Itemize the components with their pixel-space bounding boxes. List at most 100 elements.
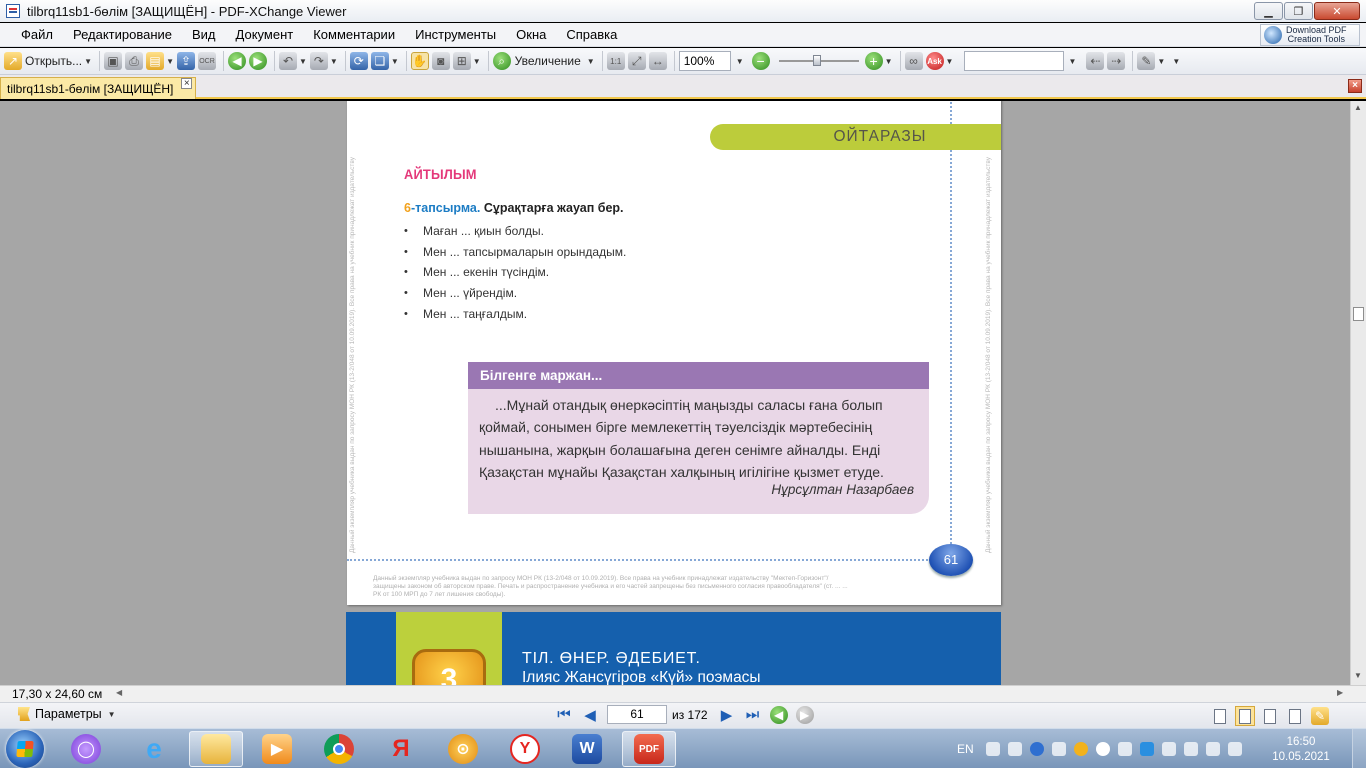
speaker-icon[interactable] (1205, 742, 1220, 756)
minimize-button[interactable]: ▁ (1254, 2, 1283, 20)
taskbar-ie[interactable]: e (127, 731, 181, 767)
find-button[interactable]: ∞ (904, 50, 923, 72)
last-page-button[interactable]: ⏭ (744, 706, 762, 724)
close-button[interactable]: ✕ (1314, 2, 1360, 20)
menu-help[interactable]: Справка (557, 27, 626, 42)
download-pdf-tools-button[interactable]: Download PDF Creation Tools (1260, 24, 1360, 46)
tray-yandex-icon[interactable] (1095, 742, 1110, 756)
vertical-scrollbar[interactable]: ▲ ▼ (1350, 101, 1366, 685)
horizontal-scrollbar[interactable]: 17,30 x 24,60 см ◀ ▶ (0, 685, 1366, 702)
menu-windows[interactable]: Окна (507, 27, 555, 42)
tray-arrow-icon[interactable] (1051, 742, 1066, 756)
menu-tools[interactable]: Инструменты (406, 27, 505, 42)
show-desktop-button[interactable] (1352, 729, 1366, 768)
menu-comments[interactable]: Комментарии (304, 27, 404, 42)
open-button[interactable]: ↗ Открыть... ▼ (4, 50, 92, 72)
document-tab[interactable]: tilbrq11sb1-бөлім [ЗАЩИЩЁН] × (0, 77, 197, 99)
taskbar-word[interactable]: W (560, 731, 614, 767)
rotate-button[interactable]: ⟳ (349, 50, 368, 72)
first-page-button[interactable]: ⏮ (555, 706, 573, 724)
taskbar-pdf-viewer[interactable]: PDF (622, 731, 676, 767)
menu-document[interactable]: Документ (227, 27, 303, 42)
zoom-slider[interactable] (778, 55, 859, 66)
actual-size-button[interactable]: 1:1 (606, 50, 625, 72)
menu-file[interactable]: Файл (12, 27, 62, 42)
tray-skype-icon[interactable] (1139, 742, 1154, 756)
forward-button[interactable]: ▶ (248, 50, 267, 72)
help-icon[interactable] (1029, 742, 1044, 756)
document-view[interactable]: Данный экземпляр учебника выдан по запро… (0, 101, 1350, 685)
search-next-button[interactable]: ⇢ (1107, 50, 1126, 72)
taskbar-yandex-browser[interactable]: Y (498, 731, 552, 767)
hand-tool-button[interactable]: ✋ (410, 50, 429, 72)
tray-app-icon[interactable] (1073, 742, 1088, 756)
facing-view-button[interactable] (1260, 706, 1280, 726)
zoom-slider-knob[interactable] (812, 55, 821, 66)
current-page-input[interactable]: 61 (607, 705, 667, 724)
tray-keyboard-icon[interactable] (1007, 742, 1022, 756)
search-input[interactable] (964, 51, 1065, 71)
highlight-tool-button[interactable]: ✎ ▼ (1137, 50, 1165, 72)
export-button[interactable]: ⇪ (176, 50, 195, 72)
taskbar-alice[interactable]: ◯ (59, 731, 113, 767)
tab-close-icon[interactable]: × (181, 78, 193, 89)
taskbar-yandex[interactable]: Я (374, 731, 428, 767)
tray-device-icon[interactable] (1183, 742, 1198, 756)
back-button[interactable]: ◀ (227, 50, 246, 72)
zoom-in-button[interactable]: + ▼ (864, 50, 893, 72)
restore-button[interactable]: ❐ (1284, 2, 1313, 20)
ask-search-button[interactable]: Ask ▼ (925, 50, 953, 72)
taskbar-chrome[interactable] (312, 731, 366, 767)
fit-page-button[interactable]: ⤢ (627, 50, 646, 72)
single-page-view-button[interactable] (1210, 706, 1230, 726)
scroll-right-icon[interactable]: ▶ (1337, 688, 1343, 697)
scrollbar-thumb[interactable] (1353, 307, 1364, 321)
zoom-out-button[interactable]: − (751, 50, 770, 72)
select-text-button[interactable]: ⊞ ▼ (452, 50, 481, 72)
save-button[interactable]: ▣ (104, 50, 123, 72)
continuous-facing-view-button[interactable] (1285, 706, 1305, 726)
next-page-button[interactable]: ▶ (718, 706, 736, 724)
redo-button[interactable]: ↷ ▼ (309, 50, 338, 72)
scroll-left-icon[interactable]: ◀ (116, 688, 122, 697)
signal-icon[interactable] (1227, 742, 1242, 756)
prev-page-button[interactable]: ◀ (581, 706, 599, 724)
print-button[interactable]: ⎙ (125, 50, 144, 72)
continuous-page-icon (1239, 708, 1251, 724)
toolbar-overflow-chevron-icon[interactable]: ▼ (1172, 57, 1180, 66)
window-controls: ▁ ❐ ✕ (1253, 2, 1360, 20)
tray-pdf-icon[interactable] (985, 742, 1000, 756)
extra-tool-button[interactable]: ✎ (1310, 706, 1330, 726)
parameters-label: Параметры (35, 707, 102, 721)
nav-back-button[interactable]: ◀ (769, 705, 788, 724)
redo-icon: ↷ (309, 52, 328, 70)
close-document-button[interactable]: × (1348, 79, 1362, 93)
zoom-tool-button[interactable]: ⌕ Увеличение ▼ (492, 50, 595, 72)
attach-button[interactable]: ▤ ▼ (146, 50, 174, 72)
page-layout-button[interactable]: ❏ ▼ (370, 50, 399, 72)
undo-button[interactable]: ↶ ▼ (278, 50, 307, 72)
fit-width-button[interactable]: ↔ (648, 50, 667, 72)
taskbar-explorer[interactable] (189, 731, 243, 767)
ocr-button[interactable]: OCR (197, 50, 216, 72)
taskbar-media[interactable]: ▶ (250, 731, 304, 767)
snapshot-button[interactable]: ◙ (431, 50, 450, 72)
page-navigation: ⏮ ◀ 61 из 172 ▶ ⏭ ◀ ▶ (555, 705, 822, 724)
zoom-dropdown-chevron-icon[interactable]: ▼ (736, 57, 744, 66)
tray-display-icon[interactable] (1117, 742, 1132, 756)
search-chevron-icon[interactable]: ▼ (1068, 57, 1076, 66)
tray-network-device-icon[interactable] (1161, 742, 1176, 756)
menu-edit[interactable]: Редактирование (64, 27, 181, 42)
nav-forward-button[interactable]: ▶ (795, 705, 814, 724)
parameters-button[interactable]: Параметры ▼ (18, 707, 116, 721)
search-prev-button[interactable]: ⇠ (1086, 50, 1105, 72)
continuous-view-button[interactable] (1235, 706, 1255, 726)
start-button[interactable] (6, 730, 44, 768)
language-indicator[interactable]: EN (957, 742, 974, 756)
zoom-level-input[interactable]: 100% (678, 51, 731, 71)
clock[interactable]: 16:50 10.05.2021 (1272, 735, 1330, 765)
scroll-down-icon[interactable]: ▼ (1354, 671, 1362, 680)
taskbar-vpn[interactable]: ⊙ (436, 731, 490, 767)
scroll-up-icon[interactable]: ▲ (1354, 103, 1362, 112)
menu-view[interactable]: Вид (183, 27, 225, 42)
